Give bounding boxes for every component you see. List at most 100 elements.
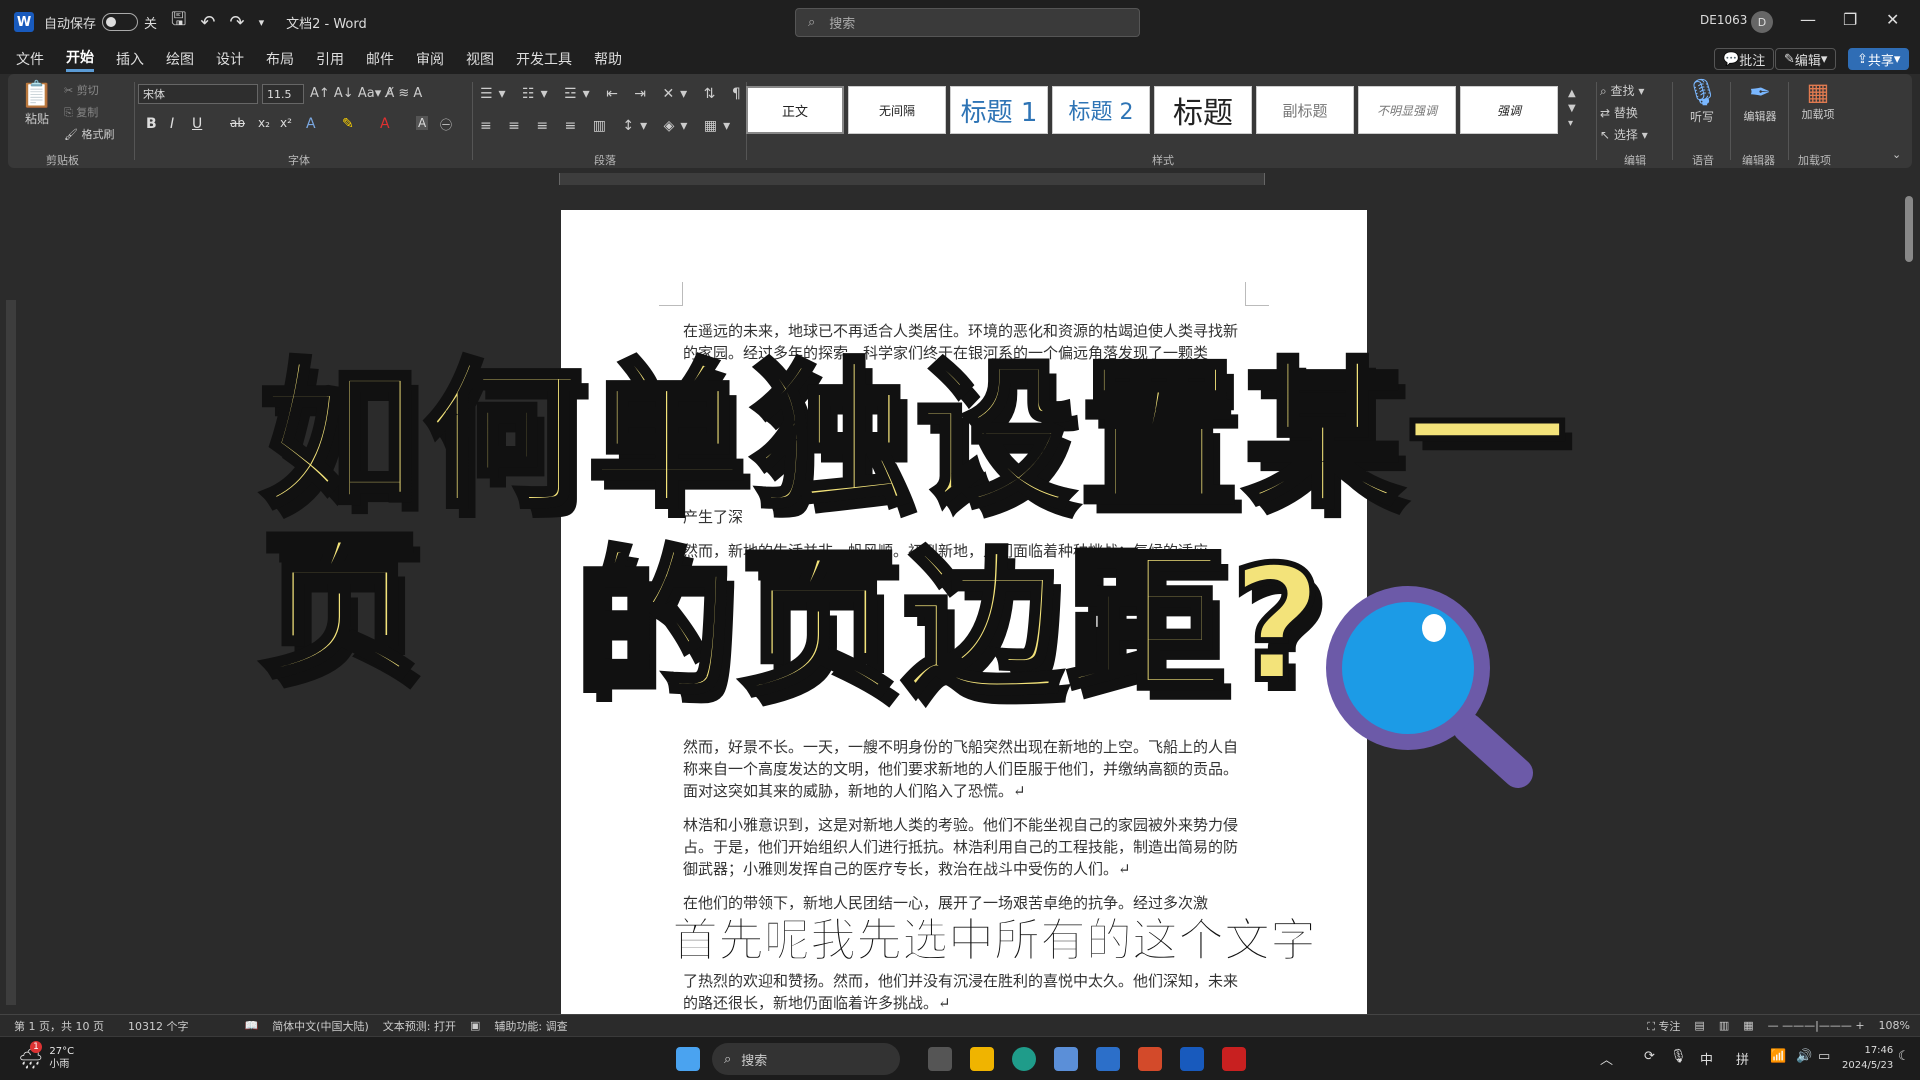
app-icon[interactable] xyxy=(1096,1047,1120,1071)
paragraph[interactable]: 林浩和小雅意识到，这是对新地人类的考验。他们不能坐视自己的家园被外来势力侵占。于… xyxy=(683,814,1245,880)
autosave-toggle[interactable] xyxy=(102,13,139,31)
paste-button[interactable]: 📋 粘贴 xyxy=(20,80,54,127)
volume-icon[interactable]: 🔊 xyxy=(1796,1049,1812,1064)
paragraph[interactable]: 了热烈的欢迎和赞扬。然而，他们并没有沉浸在胜利的喜悦中太久。他们深知，未来的路还… xyxy=(683,970,1245,1014)
highlight-icon[interactable]: ✎ xyxy=(342,116,354,132)
style-normal[interactable]: 正文 xyxy=(746,86,844,134)
tab-references[interactable]: 引用 xyxy=(316,49,344,69)
tab-mailings[interactable]: 邮件 xyxy=(366,49,394,69)
close-icon[interactable]: ✕ xyxy=(1886,10,1899,29)
horizontal-ruler[interactable] xyxy=(559,173,1265,185)
font-size-select[interactable]: 11.5 xyxy=(262,84,304,104)
italic-button[interactable]: I xyxy=(170,116,174,132)
customize-qat-icon[interactable]: ▾ xyxy=(259,16,265,29)
read-mode-icon[interactable]: ▤ xyxy=(1694,1019,1704,1032)
collapse-ribbon-icon[interactable]: ⌄ xyxy=(1892,148,1901,161)
cut-button[interactable]: ✂ 剪切 xyxy=(64,82,99,98)
taskbar-search-input[interactable]: ⌕ 搜索 xyxy=(712,1043,900,1075)
style-heading-1[interactable]: 标题 1 xyxy=(950,86,1048,134)
strikethrough-button[interactable]: ab xyxy=(230,116,245,130)
tab-review[interactable]: 审阅 xyxy=(416,49,444,69)
align-left-icon[interactable]: ≡ ≡ ≡ ≡ ▥ ↕▾ ◈▾ ▦▾ xyxy=(480,118,736,134)
task-view-icon[interactable] xyxy=(928,1047,952,1071)
tab-layout[interactable]: 布局 xyxy=(266,49,294,69)
bold-button[interactable]: B xyxy=(146,116,157,132)
addins-button[interactable]: ▦ 加载项 xyxy=(1794,78,1842,122)
style-subtitle[interactable]: 副标题 xyxy=(1256,86,1354,134)
style-subtle-emphasis[interactable]: 不明显强调 xyxy=(1358,86,1456,134)
paragraph[interactable]: 然而，好景不长。一天，一艘不明身份的飞船突然出现在新地的上空。飞船上的人自称来自… xyxy=(683,736,1245,802)
edge-icon[interactable] xyxy=(1012,1047,1036,1071)
file-explorer-icon[interactable] xyxy=(970,1047,994,1071)
bullets-icon[interactable]: ☰▾ ☷▾ ☲▾ ⇤ ⇥ ✕▾ ⇅ ¶ xyxy=(480,86,747,102)
tab-view[interactable]: 视图 xyxy=(466,49,494,69)
tab-insert[interactable]: 插入 xyxy=(116,49,144,69)
undo-icon[interactable]: ↶ xyxy=(200,12,215,33)
save-icon[interactable]: 🖫 xyxy=(171,7,186,37)
replace-button[interactable]: ⇄ 替换 xyxy=(1600,104,1638,121)
accessibility-status[interactable]: 辅助功能: 调查 xyxy=(494,1018,567,1034)
char-shading-icon[interactable]: A xyxy=(416,116,429,130)
zoom-slider[interactable]: — ———|——— + xyxy=(1768,1019,1865,1032)
tab-draw[interactable]: 绘图 xyxy=(166,49,194,69)
microphone-tray-icon[interactable]: 🎙 xyxy=(1670,1049,1687,1064)
word-taskbar-icon[interactable] xyxy=(1180,1047,1204,1071)
macro-icon[interactable]: ▣ xyxy=(470,1019,480,1032)
grow-font-icon[interactable]: A↑ A↓ Aa▾ A̸ ≋ A xyxy=(310,86,422,101)
style-heading-2[interactable]: 标题 2 xyxy=(1052,86,1150,134)
start-icon[interactable] xyxy=(676,1047,700,1071)
tray-overflow-icon[interactable]: ︿ xyxy=(1600,1049,1613,1068)
sync-icon[interactable]: ⟳ xyxy=(1644,1049,1655,1064)
font-family-select[interactable]: 宋体 xyxy=(138,84,258,104)
comments-button[interactable]: 💬 批注 xyxy=(1714,48,1775,70)
vertical-ruler[interactable] xyxy=(6,300,16,1005)
style-no-spacing[interactable]: 无间隔 xyxy=(848,86,946,134)
notifications-icon[interactable]: ☾ xyxy=(1898,1049,1910,1064)
tab-help[interactable]: 帮助 xyxy=(594,49,622,69)
font-color-icon[interactable]: A xyxy=(380,116,390,132)
minimize-icon[interactable]: — xyxy=(1800,10,1816,29)
editor-button[interactable]: ✒ 编辑器 xyxy=(1736,78,1784,124)
copy-button[interactable]: ⎘ 复制 xyxy=(64,104,98,120)
ime-mode[interactable]: 拼 xyxy=(1736,1049,1749,1068)
share-button[interactable]: ⇪ 共享 ▾ xyxy=(1848,48,1910,70)
page-count[interactable]: 第 1 页，共 10 页 xyxy=(14,1018,104,1034)
style-title[interactable]: 标题 xyxy=(1154,86,1252,134)
editing-mode-button[interactable]: ✎ 编辑 ▾ xyxy=(1775,48,1837,70)
zoom-level[interactable]: 108% xyxy=(1879,1019,1910,1032)
enclose-char-icon[interactable]: ㊀ xyxy=(440,116,452,133)
language-status[interactable]: 简体中文(中国大陆) xyxy=(272,1018,369,1034)
select-button[interactable]: ↖ 选择 ▾ xyxy=(1600,126,1648,143)
styles-scroll-icon[interactable]: ▲ ▼ ▾ xyxy=(1568,86,1576,131)
recorder-icon[interactable] xyxy=(1222,1047,1246,1071)
wifi-icon[interactable]: 📶 xyxy=(1770,1049,1786,1064)
style-emphasis[interactable]: 强调 xyxy=(1460,86,1558,134)
tab-home[interactable]: 开始 xyxy=(66,47,94,72)
redo-icon[interactable]: ↷ xyxy=(229,12,244,33)
restore-icon[interactable]: ❐ xyxy=(1843,10,1857,29)
tab-design[interactable]: 设计 xyxy=(216,49,244,69)
format-painter-button[interactable]: 🖌 格式刷 xyxy=(64,126,114,142)
clock[interactable]: 17:46 2024/5/23 xyxy=(1842,1043,1893,1073)
proofing-icon[interactable]: 📖 xyxy=(244,1019,258,1032)
app-icon[interactable] xyxy=(1054,1047,1078,1071)
ime-language[interactable]: 中 xyxy=(1700,1049,1713,1068)
tab-developer[interactable]: 开发工具 xyxy=(516,49,572,69)
superscript-button[interactable]: x² xyxy=(280,116,292,130)
tab-file[interactable]: 文件 xyxy=(16,49,44,69)
print-layout-icon[interactable]: ▥ xyxy=(1719,1019,1729,1032)
wps-icon[interactable] xyxy=(1138,1047,1162,1071)
dictate-button[interactable]: 🎙 听写 xyxy=(1678,78,1726,125)
underline-button[interactable]: U xyxy=(192,116,202,132)
vertical-scrollbar[interactable] xyxy=(1905,196,1913,262)
text-effects-icon[interactable]: A xyxy=(306,116,316,132)
text-predictions-status[interactable]: 文本预测: 打开 xyxy=(383,1018,456,1034)
search-input[interactable]: ⌕ 搜索 xyxy=(795,8,1140,37)
find-button[interactable]: ⌕ 查找 ▾ xyxy=(1600,82,1644,99)
web-layout-icon[interactable]: ▦ xyxy=(1743,1019,1753,1032)
weather-widget[interactable]: 🌧 1 27°C 小雨 xyxy=(18,1041,74,1071)
battery-icon[interactable]: ▭ xyxy=(1818,1049,1830,1064)
subscript-button[interactable]: x₂ xyxy=(258,116,270,130)
avatar[interactable]: D xyxy=(1751,11,1773,33)
word-count[interactable]: 10312 个字 xyxy=(128,1018,189,1034)
